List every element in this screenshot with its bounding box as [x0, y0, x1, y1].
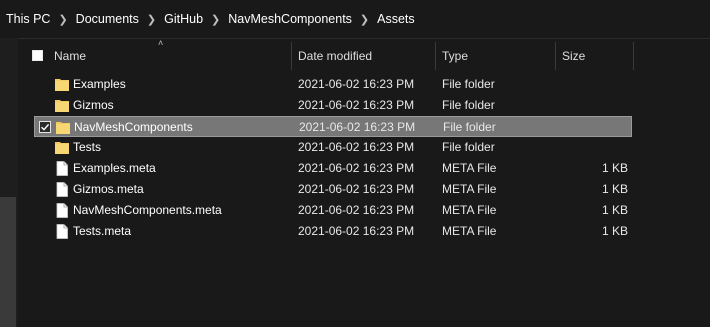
file-name: NavMeshComponents.meta	[73, 203, 222, 217]
chevron-right-icon[interactable]: ❯	[147, 13, 156, 26]
list-item[interactable]: Examples.meta 2021-06-02 16:23 PM META F…	[34, 158, 632, 179]
breadcrumb-documents[interactable]: Documents	[76, 12, 139, 26]
file-icon	[55, 182, 69, 197]
chevron-right-icon[interactable]: ❯	[211, 13, 220, 26]
chevron-right-icon[interactable]: ❯	[58, 13, 67, 26]
file-date: 2021-06-02 16:23 PM	[299, 120, 416, 134]
folder-icon	[56, 120, 70, 135]
file-date: 2021-06-02 16:23 PM	[298, 77, 415, 91]
file-name: Examples.meta	[73, 161, 156, 175]
column-divider[interactable]	[435, 42, 436, 70]
file-type: META File	[442, 161, 497, 175]
breadcrumb: This PC ❯ Documents ❯ GitHub ❯ NavMeshCo…	[6, 12, 415, 26]
file-type: META File	[442, 182, 497, 196]
file-type: META File	[442, 203, 497, 217]
breadcrumb-assets[interactable]: Assets	[377, 12, 415, 26]
column-divider[interactable]	[291, 42, 292, 70]
folder-icon	[55, 77, 69, 92]
file-icon	[55, 161, 69, 176]
column-header-date-modified[interactable]: Date modified	[298, 40, 434, 72]
breadcrumb-github[interactable]: GitHub	[164, 12, 203, 26]
list-item[interactable]: Gizmos 2021-06-02 16:23 PM File folder	[34, 95, 632, 116]
file-date: 2021-06-02 16:23 PM	[298, 203, 415, 217]
file-name: Examples	[73, 77, 126, 91]
file-type: File folder	[442, 98, 495, 112]
row-checkbox-checked[interactable]	[39, 121, 51, 133]
file-date: 2021-06-02 16:23 PM	[298, 182, 415, 196]
breadcrumb-this-pc[interactable]: This PC	[6, 12, 50, 26]
list-item[interactable]: Gizmos.meta 2021-06-02 16:23 PM META Fil…	[34, 179, 632, 200]
chevron-right-icon[interactable]: ❯	[360, 13, 369, 26]
navigation-pane-scrollbar[interactable]	[0, 197, 16, 327]
file-icon	[55, 224, 69, 239]
column-header-type[interactable]: Type	[442, 40, 554, 72]
folder-icon	[55, 140, 69, 155]
list-item[interactable]: Tests 2021-06-02 16:23 PM File folder	[34, 137, 632, 158]
file-name: Gizmos.meta	[73, 182, 144, 196]
column-header-size[interactable]: Size	[562, 40, 632, 72]
list-item[interactable]: Tests.meta 2021-06-02 16:23 PM META File…	[34, 221, 632, 242]
navigation-pane-edge	[0, 38, 18, 327]
select-all-checkbox[interactable]	[32, 50, 43, 61]
column-divider[interactable]	[633, 42, 634, 70]
address-bar[interactable]: This PC ❯ Documents ❯ GitHub ❯ NavMeshCo…	[0, 0, 710, 39]
file-icon	[55, 203, 69, 218]
file-date: 2021-06-02 16:23 PM	[298, 140, 415, 154]
file-name: Tests.meta	[73, 224, 132, 238]
file-date: 2021-06-02 16:23 PM	[298, 224, 415, 238]
file-date: 2021-06-02 16:23 PM	[298, 161, 415, 175]
list-item-selected[interactable]: NavMeshComponents 2021-06-02 16:23 PM Fi…	[34, 116, 632, 137]
file-size: 1 KB	[601, 224, 628, 238]
file-size: 1 KB	[601, 203, 628, 217]
folder-icon	[55, 98, 69, 113]
list-item[interactable]: Examples 2021-06-02 16:23 PM File folder	[34, 74, 632, 95]
file-name: NavMeshComponents	[74, 120, 193, 134]
checkmark-icon	[41, 123, 50, 131]
column-divider[interactable]	[555, 42, 556, 70]
file-size: 1 KB	[601, 182, 628, 196]
file-type: File folder	[442, 140, 495, 154]
list-item[interactable]: NavMeshComponents.meta 2021-06-02 16:23 …	[34, 200, 632, 221]
column-header-row: ˄ Name Date modified Type Size	[22, 38, 710, 72]
file-type: File folder	[443, 120, 496, 134]
file-date: 2021-06-02 16:23 PM	[298, 98, 415, 112]
file-type: META File	[442, 224, 497, 238]
file-type: File folder	[442, 77, 495, 91]
file-name: Gizmos	[73, 98, 114, 112]
column-header-name[interactable]: Name	[54, 40, 290, 72]
breadcrumb-navmeshcomponents[interactable]: NavMeshComponents	[228, 12, 352, 26]
file-size: 1 KB	[601, 161, 628, 175]
file-name: Tests	[73, 140, 102, 154]
